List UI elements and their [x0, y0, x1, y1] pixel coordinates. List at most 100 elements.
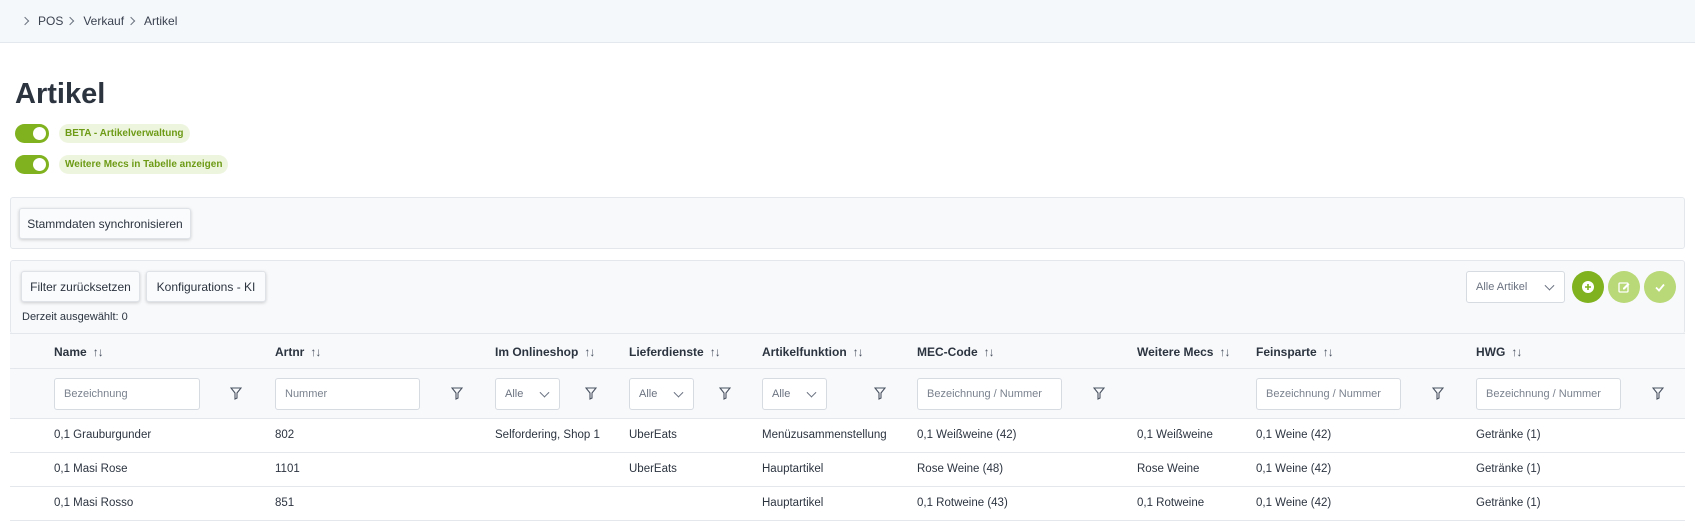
confirm-button[interactable] [1644, 271, 1676, 303]
table-row[interactable]: 0,1 Masi Rose 1101 UberEats Hauptartikel… [10, 453, 1685, 487]
cell-name: 0,1 Masi Rosso [54, 497, 134, 509]
cell-mec-code: 0,1 Rotweine (43) [917, 497, 1008, 509]
sync-panel: Stammdaten synchronisieren [10, 197, 1685, 249]
cell-name: 0,1 Masi Rose [54, 463, 128, 475]
sort-icon[interactable]: ↑↓ [1323, 345, 1334, 359]
col-header-feinsparte[interactable]: Feinsparte ↑↓ [1256, 345, 1334, 359]
onlineshop-filter-value: Alle [505, 388, 524, 400]
selection-count: Derzeit ausgewählt: 0 [22, 311, 128, 323]
cell-mec-code: 0,1 Weißweine (42) [917, 429, 1017, 441]
breadcrumb-item-pos[interactable]: POS [38, 14, 63, 28]
cell-hwg: Getränke (1) [1476, 463, 1541, 475]
cell-hwg: Getränke (1) [1476, 429, 1541, 441]
breadcrumb-item-artikel[interactable]: Artikel [144, 14, 177, 28]
filter-reset-button[interactable]: Filter zurücksetzen [21, 271, 140, 302]
table-row[interactable]: 0,1 Masi Rosso 851 Hauptartikel 0,1 Rotw… [10, 487, 1685, 521]
col-header-weitere-mecs[interactable]: Weitere Mecs ↑↓ [1137, 345, 1230, 359]
cell-weitere-mecs: 0,1 Rotweine [1137, 497, 1205, 509]
filter-icon[interactable] [1093, 387, 1105, 400]
col-header-artnr[interactable]: Artnr ↑↓ [275, 345, 321, 359]
filter-icon[interactable] [585, 387, 597, 400]
check-icon [1655, 283, 1665, 292]
cell-weitere-mecs: 0,1 Weißweine [1137, 429, 1213, 441]
chevron-down-icon [673, 387, 684, 398]
chevron-right-icon [20, 16, 30, 26]
beta-toggle[interactable] [15, 124, 49, 143]
col-header-hwg-label: HWG [1476, 345, 1506, 359]
col-header-hwg[interactable]: HWG ↑↓ [1476, 345, 1522, 359]
col-header-feinsparte-label: Feinsparte [1256, 345, 1317, 359]
sort-icon[interactable]: ↑↓ [1511, 345, 1522, 359]
filter-icon[interactable] [230, 387, 242, 400]
sort-icon[interactable]: ↑↓ [584, 345, 595, 359]
filter-icon[interactable] [451, 387, 463, 400]
col-header-lieferdienste[interactable]: Lieferdienste ↑↓ [629, 345, 721, 359]
col-header-onlineshop-label: Im Onlineshop [495, 345, 579, 359]
cell-artikelfunktion: Hauptartikel [762, 463, 824, 475]
sort-icon[interactable]: ↑↓ [710, 345, 721, 359]
hwg-filter-input[interactable]: Bezeichnung / Nummer [1476, 378, 1621, 410]
chevron-down-icon [539, 387, 550, 398]
cell-artnr: 802 [275, 429, 295, 441]
cell-feinsparte: 0,1 Weine (42) [1256, 497, 1332, 509]
col-header-mec-code[interactable]: MEC-Code ↑↓ [917, 345, 995, 359]
filter-icon[interactable] [719, 387, 731, 400]
cell-feinsparte: 0,1 Weine (42) [1256, 463, 1332, 475]
mec-filter-input[interactable]: Bezeichnung / Nummer [917, 378, 1062, 410]
artnr-filter-input[interactable]: Nummer [275, 378, 420, 410]
weitere-mecs-toggle-label: Weitere Mecs in Tabelle anzeigen [59, 155, 229, 174]
chevron-down-icon [806, 387, 817, 398]
cell-artnr: 1101 [275, 463, 300, 475]
name-filter-input[interactable]: Bezeichnung [54, 378, 200, 410]
toggle-mecs-row: Weitere Mecs in Tabelle anzeigen [15, 155, 229, 174]
col-header-onlineshop[interactable]: Im Onlineshop ↑↓ [495, 345, 595, 359]
konfigurations-ki-button[interactable]: Konfigurations - KI [146, 271, 266, 302]
artikelfunktion-filter-select[interactable]: Alle [762, 378, 827, 410]
stammdaten-sync-button[interactable]: Stammdaten synchronisieren [19, 208, 191, 239]
lieferdienste-filter-value: Alle [639, 388, 658, 400]
col-header-name[interactable]: Name ↑↓ [54, 345, 104, 359]
col-header-artikelfunktion[interactable]: Artikelfunktion ↑↓ [762, 345, 864, 359]
cell-name: 0,1 Grauburgunder [54, 429, 152, 441]
edit-icon [1618, 282, 1630, 293]
weitere-mecs-toggle[interactable] [15, 155, 49, 174]
page-title: Artikel [15, 78, 106, 110]
table-row[interactable]: 0,1 Grauburgunder 802 Selfordering, Shop… [10, 419, 1685, 453]
plus-circle-icon [1582, 281, 1594, 293]
cell-onlineshop: Selfordering, Shop 1 [495, 429, 600, 441]
article-filter-select-value: Alle Artikel [1476, 281, 1528, 293]
add-article-button[interactable] [1572, 271, 1604, 303]
chevron-right-icon [126, 16, 136, 26]
onlineshop-filter-select[interactable]: Alle [495, 378, 560, 410]
chevron-right-icon [66, 16, 75, 26]
cell-mec-code: Rose Weine (48) [917, 463, 1004, 475]
sort-icon[interactable]: ↑↓ [853, 345, 864, 359]
cell-artnr: 851 [275, 497, 295, 509]
col-header-artikelfunktion-label: Artikelfunktion [762, 345, 847, 359]
table-header: Name ↑↓ Artnr ↑↓ Im Onlineshop ↑↓ Lieferdie… [10, 333, 1685, 369]
sort-icon[interactable]: ↑↓ [984, 345, 995, 359]
artikelfunktion-filter-value: Alle [772, 388, 791, 400]
cell-lieferdienste: UberEats [629, 429, 677, 441]
breadcrumb-item-verkauf[interactable]: Verkauf [83, 14, 124, 28]
cell-weitere-mecs: Rose Weine [1137, 463, 1200, 475]
feinsparte-filter-input[interactable]: Bezeichnung / Nummer [1256, 378, 1401, 410]
toggle-beta-row: BETA - Artikelverwaltung [15, 124, 190, 143]
col-header-lieferdienste-label: Lieferdienste [629, 345, 704, 359]
cell-artikelfunktion: Menüzusammenstellung [762, 429, 887, 441]
edit-article-button[interactable] [1608, 271, 1640, 303]
cell-artikelfunktion: Hauptartikel [762, 497, 824, 509]
article-filter-select[interactable]: Alle Artikel [1466, 271, 1565, 303]
lieferdienste-filter-select[interactable]: Alle [629, 378, 694, 410]
col-header-mec-code-label: MEC-Code [917, 345, 978, 359]
sort-icon[interactable]: ↑↓ [1219, 345, 1230, 359]
filter-icon[interactable] [1652, 387, 1664, 400]
filter-row: Bezeichnung Nummer Alle Alle Alle Bezeic… [10, 369, 1685, 419]
sort-icon[interactable]: ↑↓ [310, 345, 321, 359]
cell-hwg: Getränke (1) [1476, 497, 1541, 509]
cell-feinsparte: 0,1 Weine (42) [1256, 429, 1332, 441]
chevron-down-icon [1544, 280, 1555, 291]
sort-icon[interactable]: ↑↓ [93, 345, 104, 359]
filter-icon[interactable] [1432, 387, 1444, 400]
filter-icon[interactable] [874, 387, 886, 400]
